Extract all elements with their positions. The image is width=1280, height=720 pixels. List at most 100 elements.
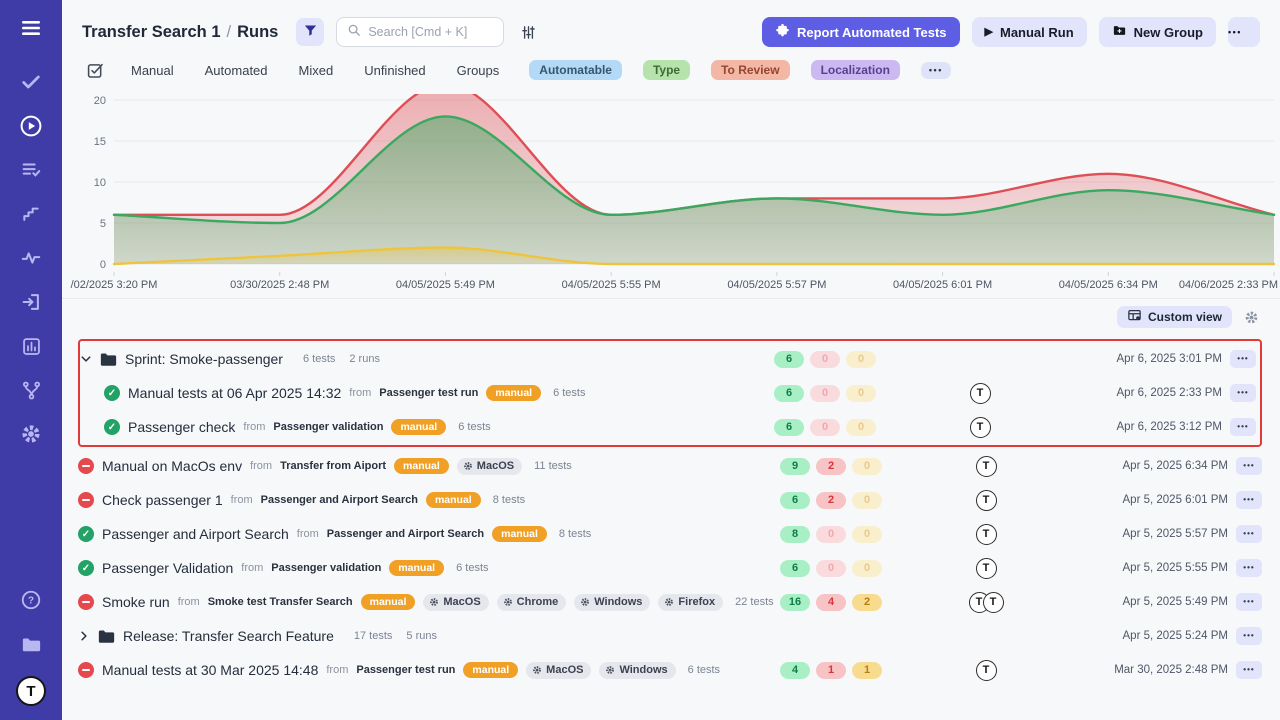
chevron-right-icon[interactable] <box>78 630 90 642</box>
run-title[interactable]: Smoke run <box>102 594 170 610</box>
run-date: Apr 5, 2025 6:01 PM <box>1060 494 1228 506</box>
row-more-button[interactable]: ••• <box>1236 457 1262 475</box>
run-stats: 620 <box>780 492 912 509</box>
table-row[interactable]: ✓Manual tests at 06 Apr 2025 14:32fromPa… <box>80 376 1256 410</box>
run-source-link[interactable]: Smoke test Transfer Search <box>208 596 353 608</box>
tab-automated[interactable]: Automated <box>205 63 268 78</box>
sidebar-item-import[interactable] <box>19 290 43 314</box>
row-more-button[interactable]: ••• <box>1236 627 1262 645</box>
tag-filter[interactable]: Automatable <box>529 60 622 80</box>
run-source-link[interactable]: Passenger and Airport Search <box>261 494 418 506</box>
row-more-button[interactable]: ••• <box>1236 491 1262 509</box>
row-content: Manual on MacOs envfromTransfer from Aip… <box>78 458 780 475</box>
tag-filter[interactable]: To Review <box>711 60 789 80</box>
row-more-button[interactable]: ••• <box>1236 559 1262 577</box>
svg-text:04/05/2025 5:55 PM: 04/05/2025 5:55 PM <box>562 279 661 291</box>
sidebar-item-settings[interactable] <box>19 422 43 446</box>
status-failed-icon <box>78 662 94 678</box>
tune-icon[interactable] <box>516 20 540 44</box>
group-row[interactable]: Sprint: Smoke-passenger6 tests2 runs600A… <box>80 342 1256 376</box>
chevron-down-icon[interactable] <box>80 353 92 365</box>
run-source-link[interactable]: Passenger validation <box>271 562 381 574</box>
manual-run-button[interactable]: ▶ Manual Run <box>972 17 1087 47</box>
projects-folder-icon[interactable] <box>19 632 43 656</box>
row-more-button[interactable]: ••• <box>1230 418 1256 436</box>
tab-manual[interactable]: Manual <box>131 63 174 78</box>
sidebar-item-tests[interactable] <box>19 70 43 94</box>
tab-groups[interactable]: Groups <box>457 63 500 78</box>
row-more-button[interactable]: ••• <box>1236 661 1262 679</box>
run-source-link[interactable]: Passenger and Airport Search <box>327 528 484 540</box>
new-group-button[interactable]: New Group <box>1099 17 1216 47</box>
row-menu-cell: ••• <box>1222 384 1256 402</box>
run-source-link[interactable]: Passenger test run <box>379 387 478 399</box>
breadcrumb-separator: / <box>227 23 232 41</box>
status-failed-icon <box>78 458 94 474</box>
run-source-link[interactable]: Passenger validation <box>273 421 383 433</box>
report-automated-tests-button[interactable]: Report Automated Tests <box>762 17 960 47</box>
table-row[interactable]: Manual on MacOs envfromTransfer from Aip… <box>78 449 1262 483</box>
run-title[interactable]: Manual tests at 06 Apr 2025 14:32 <box>128 385 341 401</box>
run-title[interactable]: Passenger Validation <box>102 560 233 576</box>
search-icon <box>347 23 361 42</box>
custom-view-button[interactable]: Custom view <box>1117 306 1232 328</box>
avatar: T <box>970 417 991 438</box>
tests-count: 6 tests <box>688 664 720 676</box>
table-row[interactable]: Manual tests at 30 Mar 2025 14:48fromPas… <box>78 653 1262 687</box>
group-title[interactable]: Release: Transfer Search Feature <box>123 628 334 644</box>
project-name[interactable]: Transfer Search 1 <box>82 23 221 41</box>
select-all-icon[interactable] <box>86 61 105 80</box>
tags-more-button[interactable]: ••• <box>921 62 951 79</box>
svg-text:04/05/2025 6:01 PM: 04/05/2025 6:01 PM <box>893 279 992 291</box>
row-more-button[interactable]: ••• <box>1236 525 1262 543</box>
menu-icon[interactable] <box>19 16 43 40</box>
run-title[interactable]: Manual tests at 30 Mar 2025 14:48 <box>102 662 318 678</box>
group-title[interactable]: Sprint: Smoke-passenger <box>125 351 283 367</box>
run-title[interactable]: Passenger check <box>128 419 235 435</box>
help-icon[interactable]: ? <box>19 588 43 612</box>
assignee-cell: T <box>906 417 1054 438</box>
run-title[interactable]: Check passenger 1 <box>102 492 223 508</box>
failed-count-pill: 0 <box>810 385 840 402</box>
passed-count-pill: 6 <box>774 385 804 402</box>
manual-badge: manual <box>389 560 444 576</box>
run-source-link[interactable]: Passenger test run <box>356 664 455 676</box>
search-input[interactable] <box>368 25 493 39</box>
list-settings-gear-icon[interactable] <box>1240 306 1262 328</box>
tab-unfinished[interactable]: Unfinished <box>364 63 425 78</box>
table-row[interactable]: ✓Passenger and Airport SearchfromPasseng… <box>78 517 1262 551</box>
sidebar-item-branches[interactable] <box>19 378 43 402</box>
table-row[interactable]: Check passenger 1fromPassenger and Airpo… <box>78 483 1262 517</box>
filter-button[interactable] <box>296 18 324 46</box>
row-more-button[interactable]: ••• <box>1230 350 1256 368</box>
table-row[interactable]: ✓Passenger ValidationfromPassenger valid… <box>78 551 1262 585</box>
assignee-cell: T <box>906 383 1054 404</box>
tab-mixed[interactable]: Mixed <box>299 63 334 78</box>
status-passed-icon: ✓ <box>104 419 120 435</box>
sidebar-item-analytics[interactable] <box>19 334 43 358</box>
environment-chip: Windows <box>599 662 675 679</box>
funnel-icon <box>303 23 318 41</box>
sidebar-item-runs-active[interactable] <box>19 114 43 138</box>
sidebar-item-activity[interactable] <box>19 246 43 270</box>
group-tests-count: 17 tests <box>354 630 393 642</box>
run-stats: 600 <box>780 560 912 577</box>
sidebar-item-milestones[interactable] <box>19 202 43 226</box>
header-more-button[interactable]: ••• <box>1228 17 1260 47</box>
run-title[interactable]: Manual on MacOs env <box>102 458 242 474</box>
table-row[interactable]: Smoke runfromSmoke test Transfer Searchm… <box>78 585 1262 619</box>
run-title[interactable]: Passenger and Airport Search <box>102 526 289 542</box>
manual-badge: manual <box>391 419 446 435</box>
group-row[interactable]: Release: Transfer Search Feature 17 tests… <box>78 619 1262 653</box>
sidebar-item-results[interactable] <box>19 158 43 182</box>
tag-filter[interactable]: Type <box>643 60 690 80</box>
run-source-link[interactable]: Transfer from Aiport <box>280 460 386 472</box>
row-more-button[interactable]: ••• <box>1230 384 1256 402</box>
app-logo[interactable]: T <box>16 676 46 706</box>
row-more-button[interactable]: ••• <box>1236 593 1262 611</box>
table-row[interactable]: ✓Passenger checkfromPassenger validation… <box>80 410 1256 444</box>
tag-filter[interactable]: Localization <box>811 60 900 80</box>
row-menu-cell: ••• <box>1228 525 1262 543</box>
failed-count-pill: 1 <box>816 662 846 679</box>
svg-text:04/05/2025 5:49 PM: 04/05/2025 5:49 PM <box>396 279 495 291</box>
